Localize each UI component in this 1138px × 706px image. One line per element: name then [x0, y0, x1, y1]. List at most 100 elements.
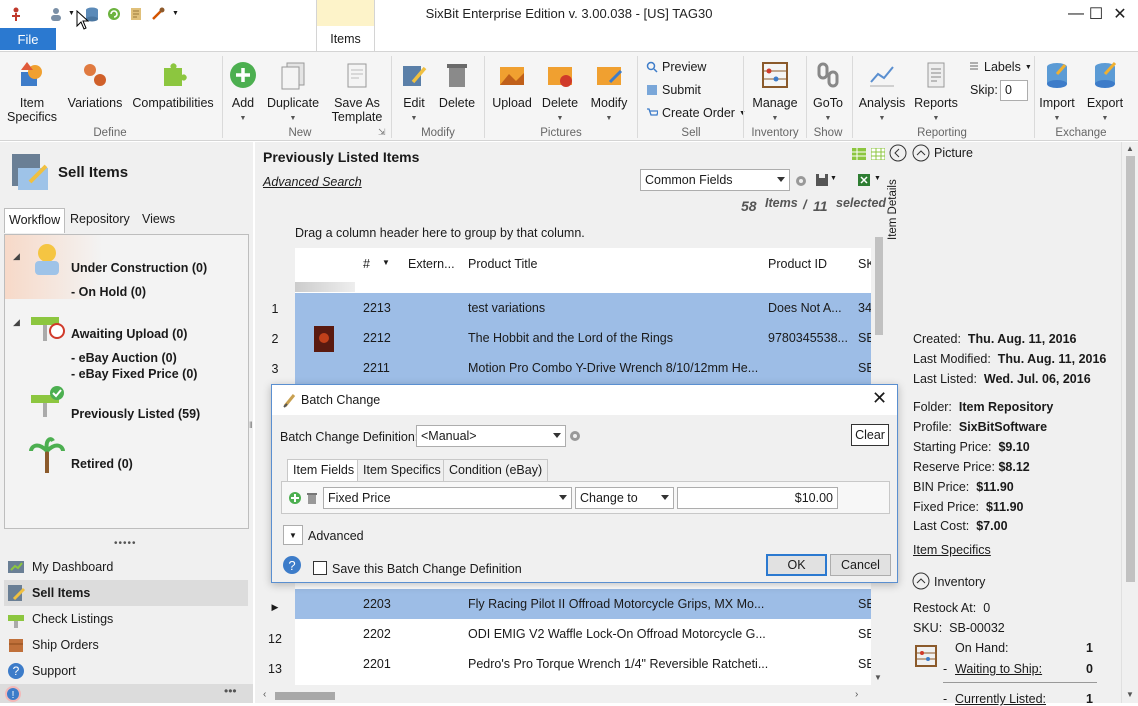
ok-button[interactable]: OK	[766, 554, 827, 576]
advanced-search-link[interactable]: Advanced Search	[263, 175, 362, 189]
item-details-vertical-tab[interactable]: Item Details	[887, 160, 899, 240]
currently-listed-link[interactable]: Currently Listed:	[955, 692, 1046, 706]
awaiting-upload-item[interactable]: Awaiting Upload (0)	[71, 327, 187, 341]
analysis-button[interactable]: Analysis ▼	[856, 60, 908, 126]
scroll-down-icon[interactable]: ▼	[874, 673, 882, 682]
scrollbar-thumb[interactable]	[275, 692, 335, 700]
details-scrollbar[interactable]: ▲ ▼	[1121, 142, 1138, 703]
goto-button[interactable]: GoTo ▼	[810, 60, 846, 126]
scroll-right-icon[interactable]: ›	[855, 689, 858, 700]
preview-button[interactable]: Preview	[646, 60, 706, 74]
compatibilities-button[interactable]: Compatibilities	[130, 60, 216, 110]
scrollbar-thumb[interactable]	[1126, 156, 1135, 582]
nav-ship-orders[interactable]: Ship Orders	[4, 632, 248, 658]
delete-button[interactable]: Delete	[436, 60, 478, 110]
dialog-close-button[interactable]: ✕	[872, 388, 887, 409]
upload-picture-button[interactable]: Upload	[490, 60, 534, 110]
retired-item[interactable]: Retired (0)	[71, 457, 133, 471]
grid-icon[interactable]	[871, 148, 885, 160]
file-tab[interactable]: File	[0, 28, 56, 50]
trash-icon[interactable]	[306, 491, 318, 505]
ebay-auction-item[interactable]: - eBay Auction (0)	[71, 351, 177, 365]
tab-items[interactable]: Items	[316, 0, 375, 52]
edit-button[interactable]: Edit ▼	[398, 60, 430, 126]
save-definition-checkbox[interactable]	[313, 561, 327, 575]
add-row-icon[interactable]	[288, 491, 302, 505]
table-row[interactable]: 2212 The Hobbit and the Lord of the Ring…	[295, 323, 875, 353]
nav-support[interactable]: ? Support	[4, 658, 248, 684]
more-options-icon[interactable]: •••	[224, 684, 237, 698]
gear-icon[interactable]	[568, 429, 582, 443]
scroll-down-icon[interactable]: ▼	[1126, 690, 1134, 699]
save-as-template-button[interactable]: Save As Template	[328, 60, 386, 124]
variations-button[interactable]: Variations	[66, 60, 124, 110]
pane-splitter-handle[interactable]: ‖	[249, 420, 253, 430]
scroll-left-icon[interactable]: ‹	[263, 689, 266, 700]
duplicate-button[interactable]: Duplicate ▼	[264, 60, 322, 126]
clear-button[interactable]: Clear	[851, 424, 889, 446]
tab-item-fields[interactable]: Item Fields	[287, 459, 361, 482]
sort-desc-icon[interactable]: ▼	[382, 258, 390, 267]
help-icon[interactable]: ?	[282, 555, 302, 575]
cancel-button[interactable]: Cancel	[830, 554, 891, 576]
save-icon[interactable]	[815, 173, 829, 187]
waiting-to-ship-link[interactable]: Waiting to Ship:	[955, 662, 1042, 676]
under-construction-item[interactable]: Under Construction (0)	[71, 261, 207, 275]
reports-button[interactable]: Reports ▼	[912, 60, 960, 126]
create-order-button[interactable]: Create Order▼	[646, 106, 746, 120]
submit-button[interactable]: Submit	[646, 83, 701, 97]
import-button[interactable]: Import ▼	[1036, 60, 1078, 126]
splitter-grip[interactable]: •••••	[114, 538, 137, 549]
collapse-icon[interactable]: ◢	[13, 251, 20, 262]
table-row[interactable]: 2202 ODI EMIG V2 Waffle Lock-On Offroad …	[295, 619, 875, 649]
delete-picture-button[interactable]: Delete ▼	[538, 60, 582, 126]
collapse-up-icon[interactable]	[912, 144, 930, 162]
layout-icon[interactable]	[852, 148, 866, 160]
chevron-down-icon[interactable]: ▼	[874, 175, 881, 182]
export-button[interactable]: Export ▼	[1084, 60, 1126, 126]
table-row[interactable]: 2213 test variations Does Not A... 34	[295, 293, 872, 323]
on-hold-item[interactable]: - On Hold (0)	[71, 285, 146, 299]
advanced-expander[interactable]: ▼	[283, 525, 303, 545]
tab-repository[interactable]: Repository	[66, 208, 134, 232]
dialog-launcher-icon[interactable]: ⇲	[378, 127, 386, 138]
labels-button[interactable]: Labels ▼	[968, 60, 1032, 74]
filter-row[interactable]	[295, 282, 355, 292]
item-specifics-link[interactable]: Item Specifics	[913, 543, 991, 557]
scrollbar-thumb[interactable]	[875, 237, 883, 335]
tab-workflow[interactable]: Workflow	[4, 208, 66, 233]
table-row[interactable]: 2201 Pedro's Pro Torque Wrench 1/4" Reve…	[295, 649, 875, 679]
collapse-icon[interactable]: ◢	[13, 317, 20, 328]
col-product-id[interactable]: Product ID	[768, 257, 827, 271]
table-row[interactable]: 2211 Motion Pro Combo Y-Drive Wrench 8/1…	[295, 353, 875, 383]
horizontal-scrollbar[interactable]: ‹ ›	[255, 688, 871, 703]
definition-combo[interactable]: <Manual>	[416, 425, 566, 447]
col-product-title[interactable]: Product Title	[468, 257, 537, 271]
operation-combo[interactable]: Change to	[575, 487, 674, 509]
alert-icon[interactable]: !	[4, 685, 22, 703]
skip-input[interactable]: 0	[1000, 80, 1028, 101]
ebay-fixed-price-item[interactable]: - eBay Fixed Price (0)	[71, 367, 197, 381]
nav-check-listings[interactable]: Check Listings	[4, 606, 248, 632]
scroll-up-icon[interactable]: ▲	[1126, 144, 1134, 153]
tab-item-specifics[interactable]: Item Specifics	[357, 459, 447, 481]
col-number[interactable]: #	[363, 257, 370, 271]
table-row[interactable]: 2203 Fly Racing Pilot II Offroad Motorcy…	[295, 589, 875, 619]
close-window-button[interactable]: ✕	[1100, 2, 1138, 26]
manage-inventory-button[interactable]: Manage ▼	[749, 60, 801, 126]
item-specifics-button[interactable]: Item Specifics	[6, 60, 58, 124]
excel-icon[interactable]	[857, 173, 871, 187]
nav-sell-items[interactable]: Sell Items	[4, 580, 248, 606]
tab-condition-ebay[interactable]: Condition (eBay)	[443, 459, 549, 481]
add-button[interactable]: Add ▼	[226, 60, 260, 126]
gear-icon[interactable]	[793, 173, 809, 189]
collapse-up-icon[interactable]	[912, 572, 930, 590]
nav-my-dashboard[interactable]: My Dashboard	[4, 554, 248, 580]
field-combo[interactable]: Fixed Price	[323, 487, 572, 509]
col-external[interactable]: Extern...	[408, 257, 455, 271]
previously-listed-item[interactable]: Previously Listed (59)	[71, 407, 200, 421]
value-input[interactable]: $10.00	[677, 487, 838, 509]
modify-picture-button[interactable]: Modify ▼	[586, 60, 632, 126]
fields-combo[interactable]: Common Fields	[640, 169, 790, 191]
tab-views[interactable]: Views	[138, 208, 179, 232]
